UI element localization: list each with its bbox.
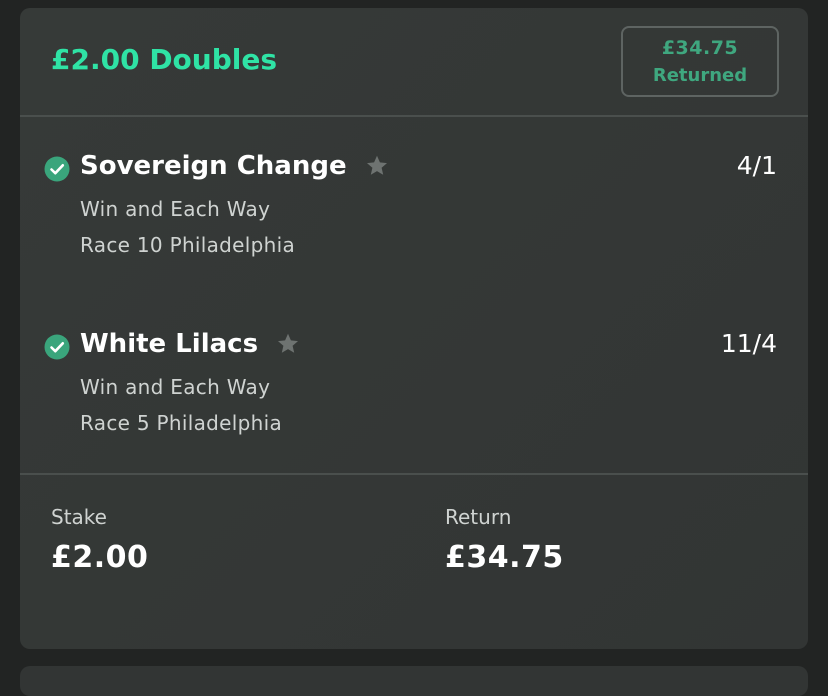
runner-name: Sovereign Change	[80, 151, 389, 181]
selection-race: Race 5 Philadelphia	[80, 411, 282, 435]
summary-divider	[20, 473, 808, 475]
selection-race: Race 10 Philadelphia	[80, 233, 296, 257]
runner-label: White Lilacs	[80, 329, 259, 359]
return-label: Return	[445, 505, 512, 529]
bet-card[interactable]: £2.00 Doubles £34.75 Returned Sovereign …	[20, 8, 808, 649]
selection-odds: 4/1	[736, 151, 777, 180]
selection-odds: 11/4	[720, 329, 777, 358]
selection-market: Win and Each Way	[80, 197, 271, 221]
selection-row: Sovereign Change 4/1 Win and Each Way Ra…	[20, 151, 808, 261]
bet-header: £2.00 Doubles £34.75 Returned	[20, 8, 808, 116]
next-bet-card[interactable]	[20, 666, 808, 696]
header-divider	[20, 115, 808, 117]
returned-amount: £34.75	[661, 36, 739, 59]
star-icon[interactable]	[365, 154, 389, 178]
star-icon[interactable]	[276, 332, 300, 356]
stake-value: £2.00	[51, 540, 149, 575]
runner-label: Sovereign Change	[80, 151, 347, 181]
returned-label: Returned	[652, 64, 748, 86]
bet-title: £2.00 Doubles	[51, 43, 278, 76]
stake-label: Stake	[51, 505, 107, 529]
check-circle-icon	[44, 156, 70, 182]
selection-row: White Lilacs 11/4 Win and Each Way Race …	[20, 329, 808, 439]
runner-name: White Lilacs	[80, 329, 300, 359]
selection-market: Win and Each Way	[80, 375, 271, 399]
check-circle-icon	[44, 334, 70, 360]
return-value: £34.75	[445, 540, 564, 575]
returned-badge: £34.75 Returned	[621, 26, 779, 97]
